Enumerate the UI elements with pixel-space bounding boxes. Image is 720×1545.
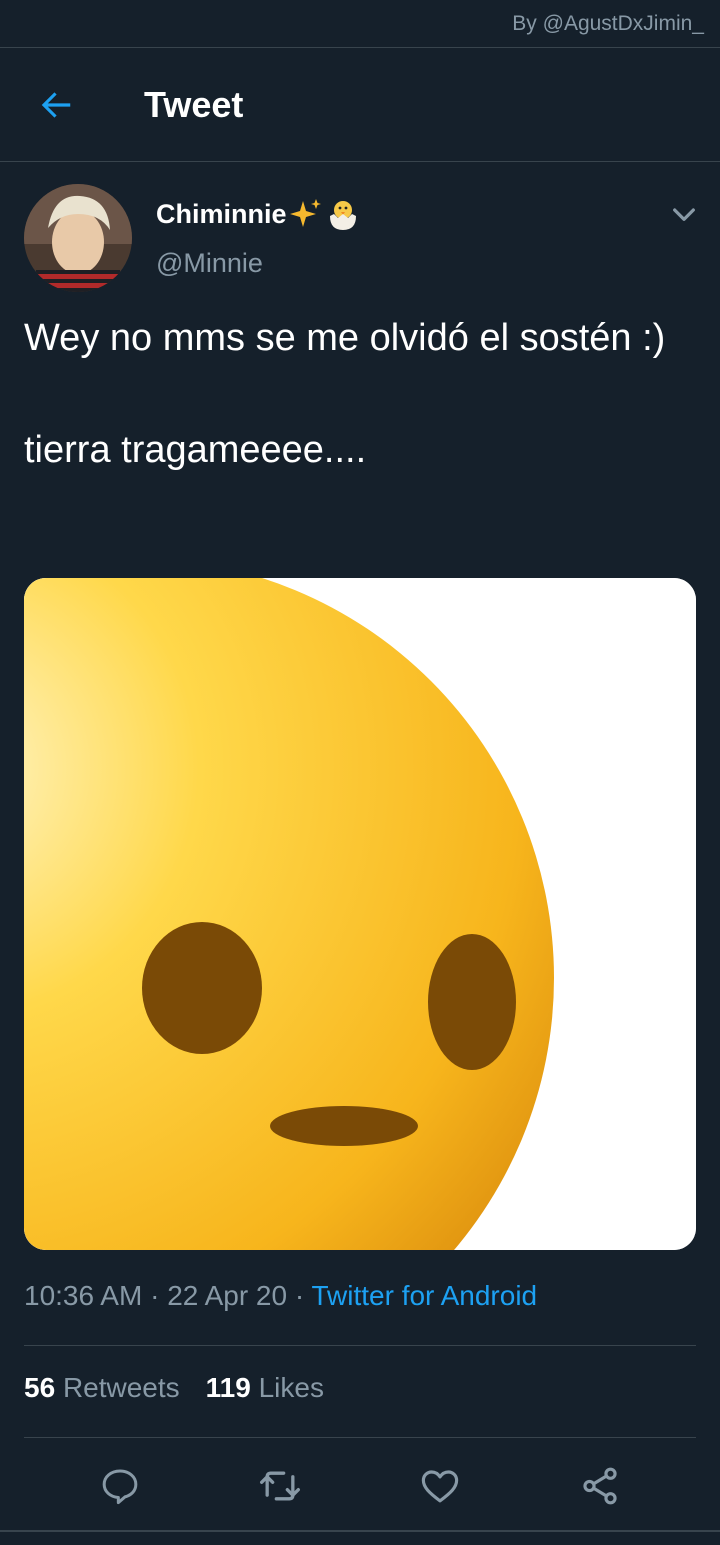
neutral-face-emoji-image xyxy=(24,578,696,1250)
display-name-text: Chiminnie xyxy=(156,198,287,229)
share-button[interactable] xyxy=(568,1454,632,1518)
reply-button[interactable] xyxy=(88,1454,152,1518)
tweet-text-line2: tierra tragameeee.... xyxy=(24,429,367,471)
divider xyxy=(24,1345,696,1346)
avatar-photo xyxy=(24,184,132,292)
retweets-stat[interactable]: 56 Retweets xyxy=(24,1372,180,1404)
tweet-text: Wey no mms se me olvidó el sostén :) tie… xyxy=(0,292,720,478)
avatar[interactable] xyxy=(24,184,132,292)
user-handle: @Minnie xyxy=(156,248,263,278)
display-name[interactable]: Chiminnie xyxy=(156,196,361,232)
tweet-media-image[interactable] xyxy=(24,578,696,1250)
retweet-icon xyxy=(260,1471,300,1501)
chevron-down-icon xyxy=(673,208,695,221)
share-icon xyxy=(583,1467,617,1505)
arrow-left-icon xyxy=(41,91,71,118)
bottom-divider xyxy=(0,1530,720,1532)
divider xyxy=(24,1437,696,1438)
tweet-time: 10:36 AM xyxy=(24,1280,143,1311)
likes-count: 119 xyxy=(205,1372,251,1403)
credit-watermark: By @AgustDxJimin_ xyxy=(0,0,720,48)
back-button[interactable] xyxy=(24,73,88,137)
tweet-source-link[interactable]: Twitter for Android xyxy=(311,1280,537,1311)
tweet-text-line1: Wey no mms se me olvidó el sostén :) xyxy=(24,317,666,359)
heart-icon xyxy=(421,1470,459,1503)
likes-label: Likes xyxy=(258,1372,324,1403)
retweets-label: Retweets xyxy=(62,1372,180,1403)
like-button[interactable] xyxy=(408,1454,472,1518)
page-title: Tweet xyxy=(144,83,244,125)
tweet-detail-screen: By @AgustDxJimin_ Tweet Chiminnie @Minni… xyxy=(0,0,720,1545)
tweet-meta: 10:36 AM · 22 Apr 20 · Twitter for Andro… xyxy=(24,1280,537,1312)
retweets-count: 56 xyxy=(24,1372,56,1403)
tweet-stats: 56 Retweets 119 Likes xyxy=(24,1372,324,1404)
credit-text: By @AgustDxJimin_ xyxy=(512,11,704,35)
more-options-button[interactable] xyxy=(668,198,700,230)
tweet-actions xyxy=(0,1446,720,1526)
meta-separator: · xyxy=(142,1280,168,1311)
top-header: Tweet xyxy=(0,48,720,162)
retweet-button[interactable] xyxy=(248,1454,312,1518)
comment-icon xyxy=(102,1469,138,1505)
tweet-author: Chiminnie @Minnie xyxy=(0,162,720,292)
sparkles-icon xyxy=(289,199,321,227)
meta-separator: · xyxy=(287,1280,312,1311)
hatching-chick-icon xyxy=(329,201,356,230)
likes-stat[interactable]: 119 Likes xyxy=(206,1372,324,1404)
tweet-date: 22 Apr 20 xyxy=(167,1280,288,1311)
